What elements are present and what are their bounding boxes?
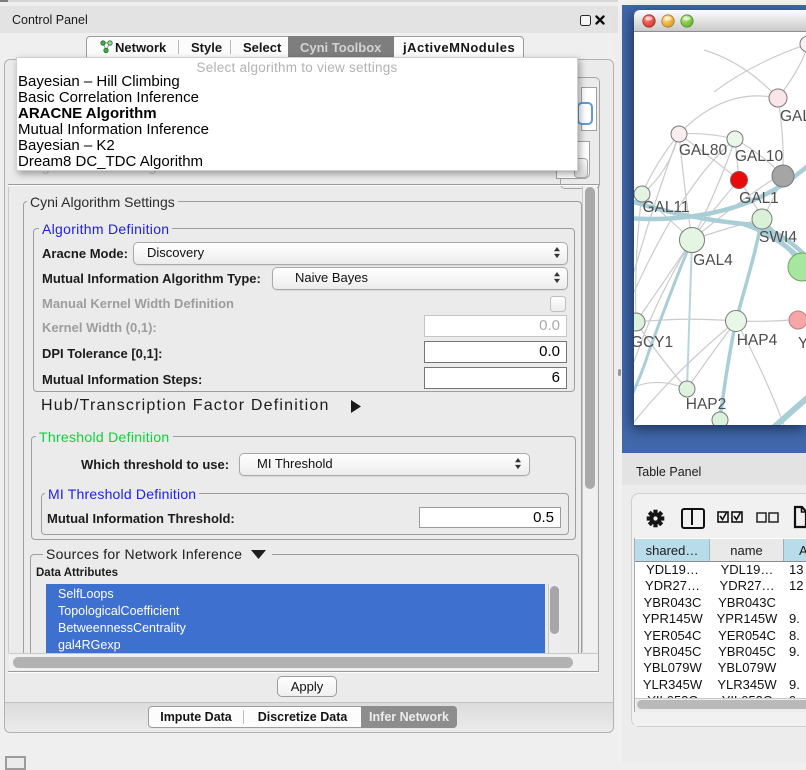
svg-text:GAL4: GAL4 (693, 252, 733, 269)
svg-text:HAP4: HAP4 (737, 332, 778, 349)
svg-text:SWI4: SWI4 (759, 229, 797, 246)
svg-text:HAP2: HAP2 (686, 396, 727, 413)
svg-text:GAL11: GAL11 (642, 199, 689, 216)
svg-text:GAL10: GAL10 (735, 148, 784, 165)
svg-text:GAL7: GAL7 (780, 108, 806, 125)
svg-text:GAL80: GAL80 (679, 142, 728, 159)
svg-text:GAL1: GAL1 (739, 190, 779, 207)
svg-text:YJ: YJ (798, 335, 806, 352)
svg-text:GCY1: GCY1 (634, 334, 673, 351)
